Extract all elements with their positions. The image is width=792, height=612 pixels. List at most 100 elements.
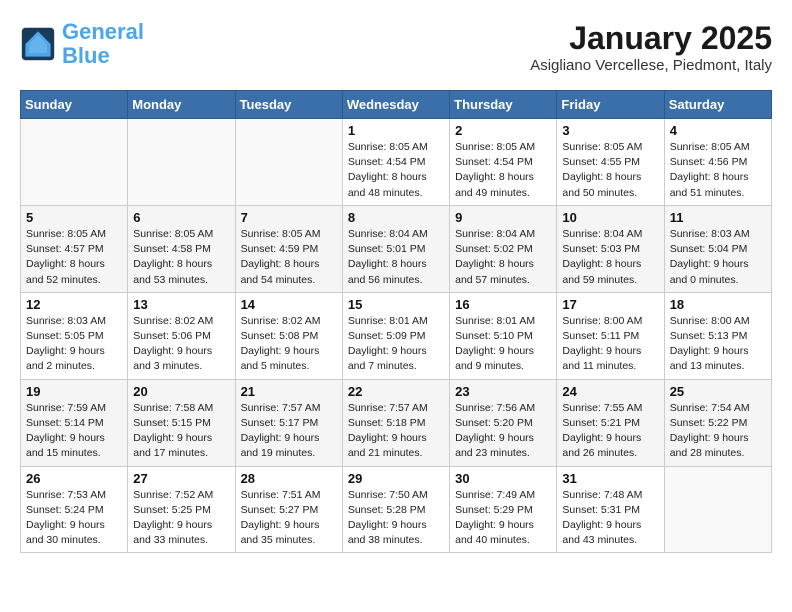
day-number: 15 <box>348 297 444 312</box>
calendar-cell <box>21 119 128 206</box>
day-info: Sunrise: 8:03 AM Sunset: 5:04 PM Dayligh… <box>670 227 766 288</box>
day-number: 29 <box>348 471 444 486</box>
location-subtitle: Asigliano Vercellese, Piedmont, Italy <box>530 57 772 74</box>
col-header-saturday: Saturday <box>664 91 771 119</box>
col-header-wednesday: Wednesday <box>342 91 449 119</box>
day-number: 10 <box>562 210 658 225</box>
day-number: 26 <box>26 471 122 486</box>
day-number: 11 <box>670 210 766 225</box>
day-info: Sunrise: 7:53 AM Sunset: 5:24 PM Dayligh… <box>26 488 122 549</box>
calendar-cell <box>128 119 235 206</box>
day-number: 14 <box>241 297 337 312</box>
day-info: Sunrise: 7:55 AM Sunset: 5:21 PM Dayligh… <box>562 401 658 462</box>
day-info: Sunrise: 7:50 AM Sunset: 5:28 PM Dayligh… <box>348 488 444 549</box>
day-number: 28 <box>241 471 337 486</box>
calendar-cell: 23Sunrise: 7:56 AM Sunset: 5:20 PM Dayli… <box>450 379 557 466</box>
calendar-cell: 16 Sunrise: 8:01 AM Sunset: 5:10 PM Dayli… <box>450 292 557 379</box>
calendar-cell <box>664 466 771 553</box>
day-info: Sunrise: 7:56 AM Sunset: 5:20 PM Dayligh… <box>455 401 551 462</box>
month-title: January 2025 <box>530 20 772 57</box>
calendar-cell: 4Sunrise: 8:05 AM Sunset: 4:56 PM Daylig… <box>664 119 771 206</box>
day-info: Sunrise: 8:00 AM Sunset: 5:11 PM Dayligh… <box>562 314 658 375</box>
day-info: Sunrise: 7:57 AM Sunset: 5:18 PM Dayligh… <box>348 401 444 462</box>
day-info: Sunrise: 7:59 AM Sunset: 5:14 PM Dayligh… <box>26 401 122 462</box>
day-info: Sunrise: 8:04 AM Sunset: 5:03 PM Dayligh… <box>562 227 658 288</box>
calendar-cell: 21 Sunrise: 7:57 AM Sunset: 5:17 PM Dayli… <box>235 379 342 466</box>
col-header-monday: Monday <box>128 91 235 119</box>
col-header-sunday: Sunday <box>21 91 128 119</box>
day-number: 1 <box>348 123 444 138</box>
day-number: 27 <box>133 471 229 486</box>
calendar-week-3: 12 Sunrise: 8:03 AM Sunset: 5:05 PM Dayli… <box>21 292 772 379</box>
day-number: 19 <box>26 384 122 399</box>
day-number: 13 <box>133 297 229 312</box>
title-block: January 2025 Asigliano Vercellese, Piedm… <box>530 20 772 74</box>
calendar-cell: 25 Sunrise: 7:54 AM Sunset: 5:22 PM Dayli… <box>664 379 771 466</box>
calendar-cell: 27 Sunrise: 7:52 AM Sunset: 5:25 PM Dayli… <box>128 466 235 553</box>
calendar-cell: 3 Sunrise: 8:05 AM Sunset: 4:55 PM Daylig… <box>557 119 664 206</box>
calendar-cell: 28Sunrise: 7:51 AM Sunset: 5:27 PM Dayli… <box>235 466 342 553</box>
day-number: 24 <box>562 384 658 399</box>
col-header-friday: Friday <box>557 91 664 119</box>
day-info: Sunrise: 7:57 AM Sunset: 5:17 PM Dayligh… <box>241 401 337 462</box>
day-number: 6 <box>133 210 229 225</box>
calendar-cell: 31 Sunrise: 7:48 AM Sunset: 5:31 PM Dayli… <box>557 466 664 553</box>
calendar-week-1: 1 Sunrise: 8:05 AM Sunset: 4:54 PM Daylig… <box>21 119 772 206</box>
calendar-cell: 18Sunrise: 8:00 AM Sunset: 5:13 PM Dayli… <box>664 292 771 379</box>
day-number: 31 <box>562 471 658 486</box>
day-info: Sunrise: 8:04 AM Sunset: 5:01 PM Dayligh… <box>348 227 444 288</box>
logo-icon <box>20 26 56 62</box>
calendar-cell: 8 Sunrise: 8:04 AM Sunset: 5:01 PM Daylig… <box>342 205 449 292</box>
page-header: General Blue January 2025 Asigliano Verc… <box>20 20 772 74</box>
calendar-cell: 15 Sunrise: 8:01 AM Sunset: 5:09 PM Dayli… <box>342 292 449 379</box>
day-number: 8 <box>348 210 444 225</box>
day-info: Sunrise: 8:04 AM Sunset: 5:02 PM Dayligh… <box>455 227 551 288</box>
calendar-cell: 5 Sunrise: 8:05 AM Sunset: 4:57 PM Daylig… <box>21 205 128 292</box>
day-number: 20 <box>133 384 229 399</box>
calendar-cell: 1 Sunrise: 8:05 AM Sunset: 4:54 PM Daylig… <box>342 119 449 206</box>
day-info: Sunrise: 8:03 AM Sunset: 5:05 PM Dayligh… <box>26 314 122 375</box>
day-number: 2 <box>455 123 551 138</box>
calendar-cell: 22 Sunrise: 7:57 AM Sunset: 5:18 PM Dayli… <box>342 379 449 466</box>
calendar-cell: 6Sunrise: 8:05 AM Sunset: 4:58 PM Daylig… <box>128 205 235 292</box>
calendar-cell: 20 Sunrise: 7:58 AM Sunset: 5:15 PM Dayli… <box>128 379 235 466</box>
day-info: Sunrise: 7:48 AM Sunset: 5:31 PM Dayligh… <box>562 488 658 549</box>
day-info: Sunrise: 7:54 AM Sunset: 5:22 PM Dayligh… <box>670 401 766 462</box>
calendar-week-2: 5 Sunrise: 8:05 AM Sunset: 4:57 PM Daylig… <box>21 205 772 292</box>
col-header-tuesday: Tuesday <box>235 91 342 119</box>
day-number: 9 <box>455 210 551 225</box>
day-number: 12 <box>26 297 122 312</box>
day-info: Sunrise: 8:05 AM Sunset: 4:55 PM Dayligh… <box>562 140 658 201</box>
day-info: Sunrise: 8:02 AM Sunset: 5:06 PM Dayligh… <box>133 314 229 375</box>
calendar-week-5: 26 Sunrise: 7:53 AM Sunset: 5:24 PM Dayli… <box>21 466 772 553</box>
day-number: 3 <box>562 123 658 138</box>
day-info: Sunrise: 8:05 AM Sunset: 4:57 PM Dayligh… <box>26 227 122 288</box>
calendar-cell: 26 Sunrise: 7:53 AM Sunset: 5:24 PM Dayli… <box>21 466 128 553</box>
day-number: 21 <box>241 384 337 399</box>
calendar-cell: 30Sunrise: 7:49 AM Sunset: 5:29 PM Dayli… <box>450 466 557 553</box>
calendar-cell: 24 Sunrise: 7:55 AM Sunset: 5:21 PM Dayli… <box>557 379 664 466</box>
day-info: Sunrise: 8:05 AM Sunset: 4:56 PM Dayligh… <box>670 140 766 201</box>
day-number: 17 <box>562 297 658 312</box>
day-number: 25 <box>670 384 766 399</box>
calendar-cell: 12 Sunrise: 8:03 AM Sunset: 5:05 PM Dayli… <box>21 292 128 379</box>
logo-text: General Blue <box>62 20 144 68</box>
day-number: 18 <box>670 297 766 312</box>
calendar-cell: 14Sunrise: 8:02 AM Sunset: 5:08 PM Dayli… <box>235 292 342 379</box>
day-number: 16 <box>455 297 551 312</box>
day-number: 22 <box>348 384 444 399</box>
calendar-header-row: SundayMondayTuesdayWednesdayThursdayFrid… <box>21 91 772 119</box>
calendar-cell <box>235 119 342 206</box>
day-info: Sunrise: 8:01 AM Sunset: 5:10 PM Dayligh… <box>455 314 551 375</box>
logo: General Blue <box>20 20 144 68</box>
day-number: 5 <box>26 210 122 225</box>
day-info: Sunrise: 7:58 AM Sunset: 5:15 PM Dayligh… <box>133 401 229 462</box>
day-info: Sunrise: 8:05 AM Sunset: 4:54 PM Dayligh… <box>455 140 551 201</box>
day-info: Sunrise: 8:05 AM Sunset: 4:54 PM Dayligh… <box>348 140 444 201</box>
calendar-table: SundayMondayTuesdayWednesdayThursdayFrid… <box>20 90 772 553</box>
calendar-cell: 10 Sunrise: 8:04 AM Sunset: 5:03 PM Dayli… <box>557 205 664 292</box>
day-info: Sunrise: 8:01 AM Sunset: 5:09 PM Dayligh… <box>348 314 444 375</box>
calendar-cell: 29 Sunrise: 7:50 AM Sunset: 5:28 PM Dayli… <box>342 466 449 553</box>
day-number: 7 <box>241 210 337 225</box>
day-info: Sunrise: 7:52 AM Sunset: 5:25 PM Dayligh… <box>133 488 229 549</box>
